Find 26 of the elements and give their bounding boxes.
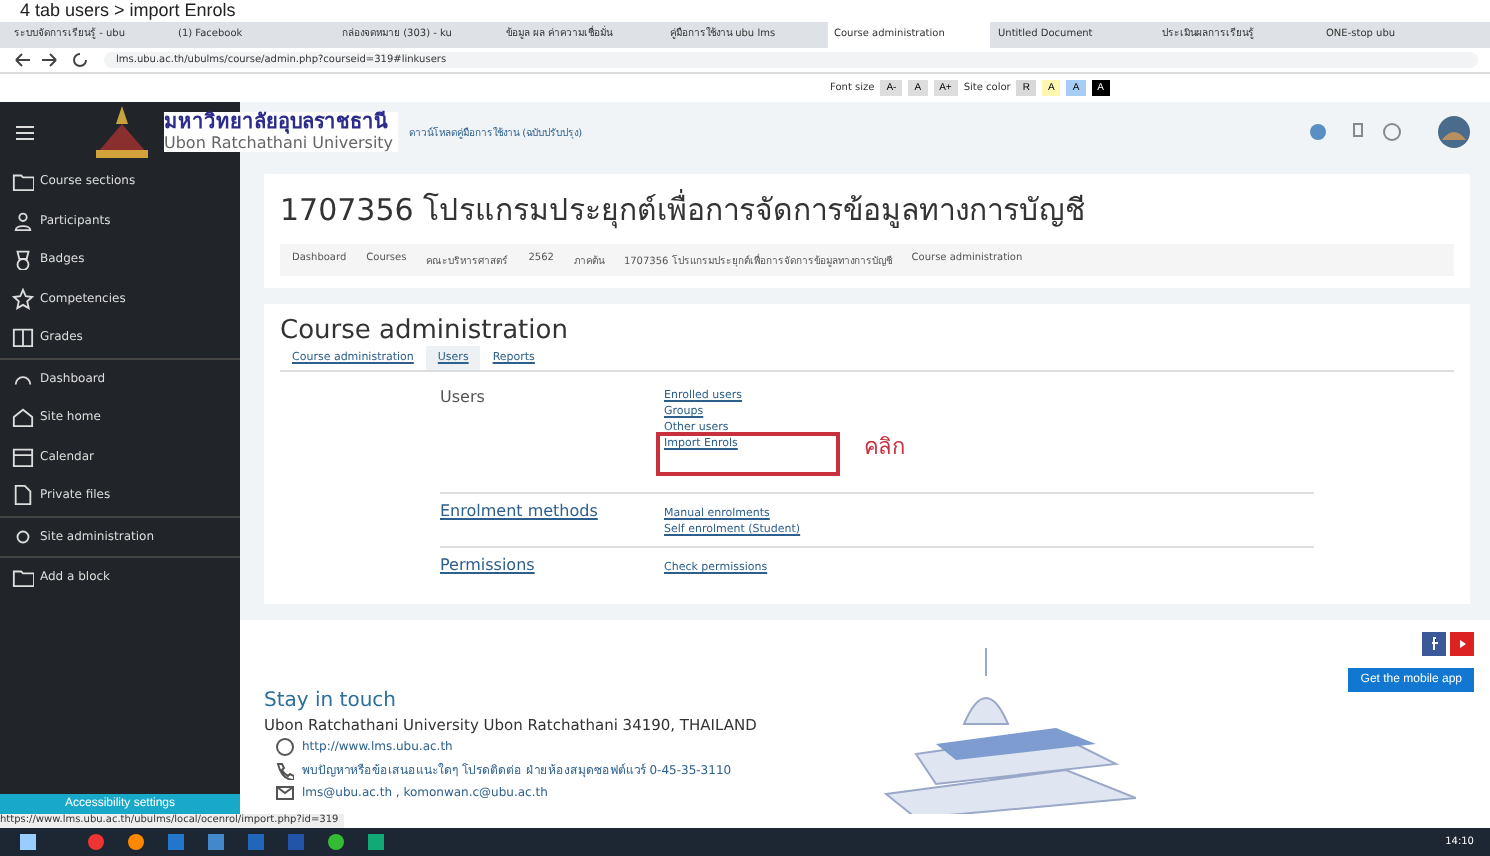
university-name: Ubon Ratchathani University — [164, 134, 398, 152]
section-title: Course administration — [280, 316, 570, 346]
section-heading: Users — [440, 388, 487, 410]
file-icon — [12, 484, 34, 507]
facebook-icon[interactable] — [1422, 632, 1446, 656]
menu-icon[interactable] — [16, 125, 34, 139]
section-link[interactable]: Enrolment methods — [440, 502, 664, 538]
folder-icon — [12, 566, 34, 589]
home-icon — [12, 406, 34, 429]
star-icon — [12, 287, 34, 310]
logo-icon — [92, 104, 152, 160]
section-link[interactable]: Permissions — [440, 556, 664, 576]
people-icon — [12, 209, 34, 232]
avatar-icon[interactable] — [1438, 116, 1470, 148]
footer-title: Stay in touch — [264, 690, 399, 712]
folder-icon — [12, 170, 34, 193]
badge-icon — [12, 248, 34, 271]
university-name: มหาวิทยาลัยอุบลราชธานี — [164, 112, 398, 134]
calendar-icon — [12, 445, 34, 468]
table-icon — [12, 326, 34, 349]
navigation-icons[interactable] — [12, 50, 92, 70]
phone-icon — [276, 761, 294, 779]
course-title: 1707356 โปรแกรมประยุกต์เพื่อการจัดการข้อมูลทางการบัญชี — [280, 187, 1088, 233]
mail-icon — [276, 784, 294, 802]
caption-text: 4 tab users > import Enrols — [18, 0, 238, 22]
youtube-icon[interactable] — [1450, 632, 1474, 656]
